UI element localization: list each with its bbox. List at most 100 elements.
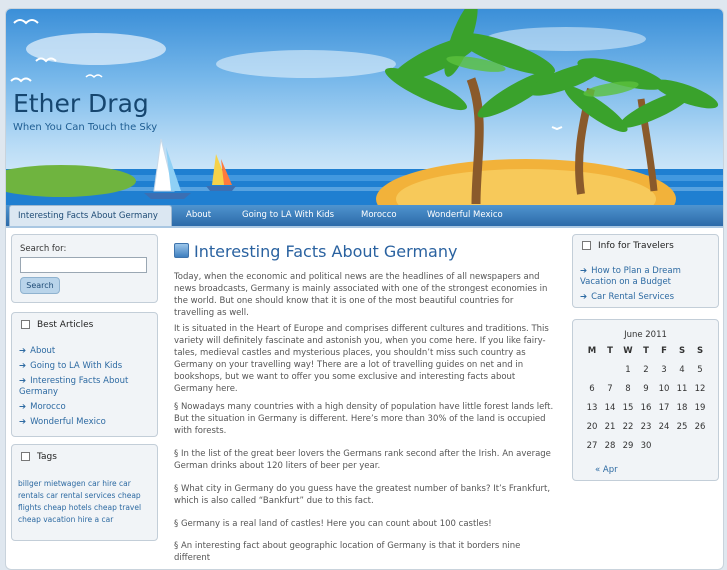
article-link-label: Going to LA With Kids — [30, 361, 123, 371]
article-link-label: Morocco — [30, 402, 66, 412]
calendar-day: 9 — [643, 384, 649, 394]
box-icon — [21, 452, 30, 461]
calendar-widget: June 2011 « Apr M T W T F S S 1 2 3 4 5 6 7 8 9 10 11 12 13… — [572, 319, 719, 481]
calendar-weekday: S — [696, 346, 704, 356]
arrow-right-icon: ➔ — [19, 376, 27, 386]
nav-item-germany[interactable]: Interesting Facts About Germany — [9, 205, 172, 226]
calendar-grid: June 2011 « Apr M T W T F S S 1 2 3 4 5 6 7 8 9 10 11 12 13… — [573, 320, 718, 480]
nav-item-about[interactable]: About — [178, 205, 219, 226]
calendar-day: 10 — [658, 384, 670, 394]
info-link-dream-vacation[interactable]: ➔ How to Plan a Dream Vacation on a Budge… — [580, 266, 705, 288]
calendar-day: 18 — [676, 403, 688, 413]
article-link-mexico[interactable]: ➔ Wonderful Mexico — [19, 417, 106, 428]
calendar-month: June 2011 — [624, 330, 667, 340]
calendar-weekday: S — [678, 346, 686, 356]
calendar-day: 27 — [586, 441, 598, 451]
article-link-morocco[interactable]: ➔ Morocco — [19, 402, 66, 413]
calendar-weekday: W — [623, 346, 633, 356]
post-paragraph: Today, when the economic and political n… — [174, 272, 548, 318]
best-articles-widget: Best Articles ➔ About ➔ Going to LA With K… — [11, 312, 158, 437]
calendar-day: 20 — [586, 422, 598, 432]
arrow-right-icon: ➔ — [19, 402, 27, 412]
article-link-germany[interactable]: ➔ Interesting Facts About Germany — [19, 376, 139, 398]
calendar-day: 6 — [589, 384, 595, 394]
calendar-day: 29 — [622, 441, 634, 451]
tag-cloud: billger mietwagen car hire car rentals c… — [18, 478, 141, 526]
calendar-weekday: T — [643, 346, 649, 356]
calendar-day: 14 — [604, 403, 616, 413]
search-button[interactable]: Search — [20, 277, 60, 294]
calendar-day: 1 — [625, 365, 631, 375]
calendar-day: 25 — [676, 422, 688, 432]
site-tagline: When You Can Touch the Sky — [13, 122, 158, 133]
calendar-day: 3 — [661, 365, 667, 375]
calendar-prev-link[interactable]: « Apr — [595, 465, 618, 475]
post-paragraph: § In the list of the great beer lovers t… — [174, 449, 551, 471]
calendar-day: 11 — [676, 384, 688, 394]
calendar-day: 26 — [694, 422, 706, 432]
site-title[interactable]: Ether Drag — [13, 89, 149, 118]
page-frame: Ether Drag When You Can Touch the Sky In… — [5, 8, 724, 570]
article-link-la-kids[interactable]: ➔ Going to LA With Kids — [19, 361, 122, 372]
post-paragraph: § Germany is a real land of castles! Her… — [174, 519, 492, 529]
arrow-right-icon: ➔ — [580, 292, 588, 302]
arrow-right-icon: ➔ — [19, 417, 27, 427]
main-nav: Interesting Facts About Germany About Go… — [6, 205, 723, 228]
info-heading: Info for Travelers — [582, 241, 674, 251]
info-link-car-rental[interactable]: ➔ Car Rental Services — [580, 292, 674, 303]
article-link-label: Interesting Facts About Germany — [19, 376, 129, 397]
tag-line[interactable]: flights cheap hotels cheap travel — [18, 502, 141, 514]
calendar-day: 4 — [679, 365, 685, 375]
post-title-text: Interesting Facts About Germany — [194, 242, 458, 261]
arrow-right-icon: ➔ — [580, 266, 588, 276]
box-icon — [21, 320, 30, 329]
calendar-weekday: T — [607, 346, 613, 356]
nav-item-la-kids[interactable]: Going to LA With Kids — [234, 205, 342, 226]
arrow-right-icon: ➔ — [19, 361, 27, 371]
calendar-day: 7 — [607, 384, 613, 394]
nav-item-morocco[interactable]: Morocco — [353, 205, 405, 226]
calendar-day: 23 — [640, 422, 652, 432]
calendar-day: 5 — [697, 365, 703, 375]
calendar-day: 15 — [622, 403, 634, 413]
info-widget: Info for Travelers ➔ How to Plan a Dream … — [572, 234, 719, 308]
search-label: Search for: — [20, 244, 67, 254]
document-icon — [174, 243, 189, 258]
arrow-right-icon: ➔ — [19, 346, 27, 356]
calendar-weekday: F — [661, 346, 667, 356]
tag-line[interactable]: rentals car rental services cheap — [18, 490, 141, 502]
calendar-day: 24 — [658, 422, 670, 432]
best-articles-title: Best Articles — [37, 320, 94, 330]
tag-line[interactable]: cheap vacation hire a car — [18, 514, 141, 526]
calendar-day: 16 — [640, 403, 652, 413]
post-paragraph: § Nowadays many countries with a high de… — [174, 402, 554, 436]
calendar-day: 22 — [622, 422, 634, 432]
tags-widget: Tags billger mietwagen car hire car rent… — [11, 444, 158, 541]
calendar-day: 2 — [643, 365, 649, 375]
best-articles-heading: Best Articles — [21, 320, 93, 330]
box-icon — [582, 241, 591, 250]
calendar-day: 8 — [625, 384, 631, 394]
search-input[interactable] — [20, 257, 147, 273]
article-link-about[interactable]: ➔ About — [19, 346, 55, 357]
info-title: Info for Travelers — [598, 241, 674, 251]
post-title[interactable]: Interesting Facts About Germany — [174, 242, 457, 261]
calendar-day: 30 — [640, 441, 652, 451]
article-link-label: About — [30, 346, 56, 356]
calendar-day: 17 — [658, 403, 670, 413]
calendar-day: 21 — [604, 422, 616, 432]
nav-item-mexico[interactable]: Wonderful Mexico — [419, 205, 511, 226]
post-paragraph: § What city in Germany do you guess have… — [174, 484, 551, 506]
calendar-day: 13 — [586, 403, 598, 413]
tag-line[interactable]: billger mietwagen car hire car — [18, 478, 141, 490]
article-link-label: Wonderful Mexico — [30, 417, 106, 427]
tags-heading: Tags — [21, 452, 57, 462]
calendar-weekday: M — [587, 346, 597, 356]
tags-title: Tags — [37, 452, 57, 462]
calendar-day: 28 — [604, 441, 616, 451]
info-link-label: Car Rental Services — [591, 292, 675, 302]
post-paragraph: It is situated in the Heart of Europe an… — [174, 324, 549, 394]
post-paragraph: § An interesting fact about geographic l… — [174, 541, 521, 563]
info-link-label: How to Plan a Dream Vacation on a Budget — [580, 266, 681, 287]
header-banner: Ether Drag When You Can Touch the Sky — [6, 9, 723, 205]
